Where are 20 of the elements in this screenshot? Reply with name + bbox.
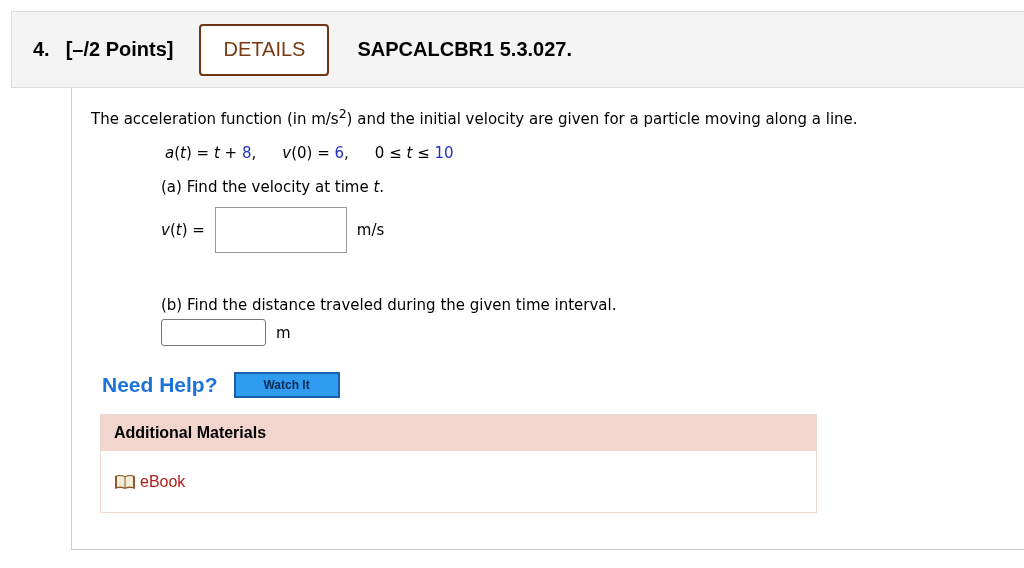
problem-id: SAPCALCBR1 5.3.027. xyxy=(357,38,572,61)
formula-term: a(t) = t + 8, xyxy=(165,143,257,164)
ebook-link[interactable]: eBook xyxy=(140,472,186,491)
unit-label: m/s xyxy=(356,221,385,239)
unit-label: m xyxy=(276,323,291,342)
watch-button[interactable]: Watch It xyxy=(233,372,340,398)
points-label: [–/2 Points] xyxy=(65,38,174,61)
formula-term: 0 ≤ t ≤ 10 xyxy=(374,143,454,164)
question-number: 4. xyxy=(33,38,50,61)
need-help-label: Need Help? xyxy=(102,373,218,397)
formula-term: v(0) = 6, xyxy=(282,143,349,164)
question-text: The acceleration function (in m/s$^{2}$) and the initial velocity are given for a particle moving along a line. xyxy=(91,105,859,130)
details-button[interactable]: DETAILS xyxy=(199,23,330,76)
book-icon xyxy=(114,472,136,491)
question-prompt: (b) Find the distance traveled during the given time interval. xyxy=(161,295,618,316)
answer-label: v(t) = xyxy=(161,221,205,239)
answer-field[interactable] xyxy=(214,207,347,253)
question-prompt: (a) Find the velocity at time t. xyxy=(161,177,386,198)
materials-title: Additional Materials xyxy=(114,424,267,442)
answer-field[interactable] xyxy=(161,319,266,346)
